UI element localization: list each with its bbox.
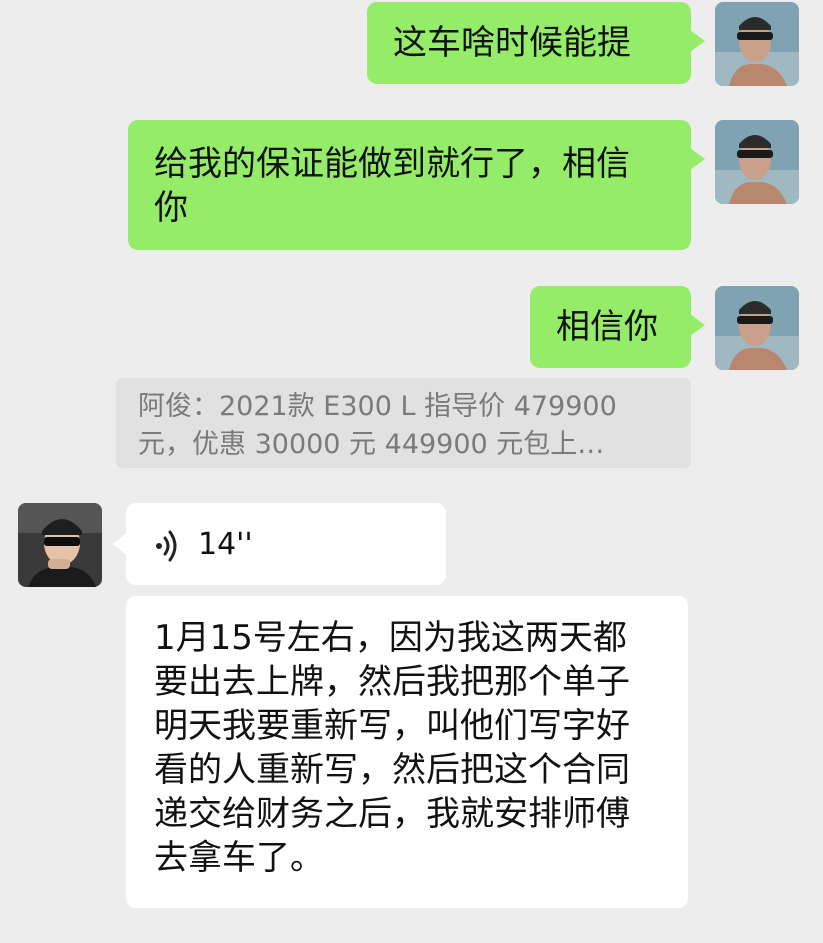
message-bubble-2[interactable]: 给我的保证能做到就行了，相信 你	[128, 120, 705, 250]
message-bubble-3[interactable]: 相信你	[530, 286, 705, 368]
quote-text-line: 元，优惠 30000 元 449900 元包上…	[138, 429, 605, 460]
message-text-line: 给我的保证能做到就行了，相信	[154, 144, 630, 184]
quote-text-line: 阿俊：2021款 E300 L 指导价 479900	[138, 391, 617, 422]
message-bubble-reply[interactable]: 1月15号左右，因为我这两天都 要出去上牌，然后我把那个单子 明天我要重新写，叫…	[126, 596, 688, 908]
message-text-line: 你	[154, 188, 188, 228]
my-avatar[interactable]	[715, 2, 799, 86]
voice-duration: 14''	[198, 527, 253, 562]
message-text-line: 明天我要重新写，叫他们写字好	[154, 706, 630, 746]
quoted-message[interactable]: 阿俊：2021款 E300 L 指导价 479900 元，优惠 30000 元 …	[116, 378, 691, 468]
contact-avatar[interactable]	[18, 503, 102, 587]
message-text-line: 递交给财务之后，我就安排师傅	[154, 794, 630, 834]
voice-wave-icon	[154, 529, 180, 563]
message-text-line: 1月15号左右，因为我这两天都	[154, 618, 627, 658]
voice-message-bubble[interactable]: 14''	[112, 503, 446, 585]
message-text-line: 看的人重新写，然后把这个合同	[154, 750, 630, 790]
my-avatar[interactable]	[715, 286, 799, 370]
my-avatar[interactable]	[715, 120, 799, 204]
message-bubble-1[interactable]: 这车啥时候能提	[367, 2, 705, 84]
message-text: 这车啥时候能提	[393, 23, 631, 63]
message-text-line: 要出去上牌，然后我把那个单子	[154, 662, 630, 702]
message-text-line: 去拿车了。	[154, 838, 324, 878]
message-text: 相信你	[556, 307, 658, 347]
